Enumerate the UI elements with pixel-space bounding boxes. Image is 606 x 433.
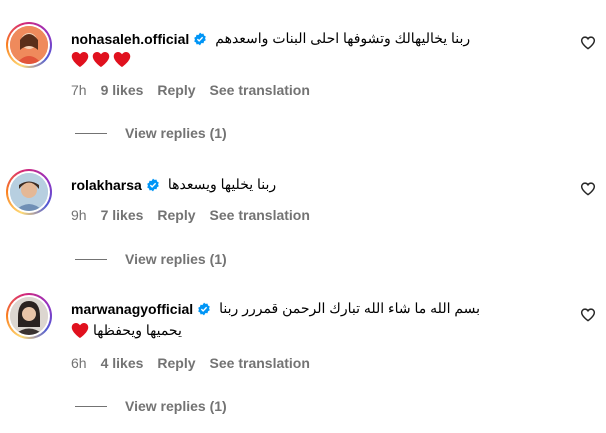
avatar[interactable] xyxy=(6,169,52,215)
view-replies-label: View replies (1) xyxy=(125,398,227,414)
comment-text: ربنا يخليها ويسعدها xyxy=(167,176,277,192)
username[interactable]: nohasaleh.official xyxy=(71,31,189,47)
see-translation-button[interactable]: See translation xyxy=(210,82,310,98)
comment-meta: 7h 9 likes Reply See translation xyxy=(71,82,324,98)
comment-header: rolakharsa ربنا يخليها ويسعدها xyxy=(71,176,276,193)
likes-count[interactable]: 9 likes xyxy=(101,82,144,98)
avatar-photo xyxy=(10,297,48,335)
comment-hearts xyxy=(71,51,131,68)
avatar-photo xyxy=(10,173,48,211)
timestamp[interactable]: 6h xyxy=(71,355,87,371)
avatar[interactable] xyxy=(6,293,52,339)
reply-button[interactable]: Reply xyxy=(157,355,195,371)
red-heart-emoji-icon xyxy=(92,52,110,67)
like-heart-icon[interactable] xyxy=(580,181,596,197)
view-replies-label: View replies (1) xyxy=(125,125,227,141)
like-heart-icon[interactable] xyxy=(580,35,596,51)
comment-header: nohasaleh.official ربنا يخاليهالك وتشوفه… xyxy=(71,30,470,47)
comment-meta: 9h 7 likes Reply See translation xyxy=(71,207,324,223)
comment-text: بسم الله ما شاء الله تبارك الرحمن قمررر … xyxy=(219,300,481,316)
replies-divider xyxy=(75,132,107,134)
avatar[interactable] xyxy=(6,22,52,68)
verified-badge-icon xyxy=(194,32,207,45)
timestamp[interactable]: 9h xyxy=(71,207,87,223)
username[interactable]: marwanagyofficial xyxy=(71,301,193,317)
timestamp[interactable]: 7h xyxy=(71,82,87,98)
view-replies-button[interactable]: View replies (1) xyxy=(75,251,227,267)
view-replies-label: View replies (1) xyxy=(125,251,227,267)
likes-count[interactable]: 7 likes xyxy=(101,207,144,223)
see-translation-button[interactable]: See translation xyxy=(210,207,310,223)
comment-text-line2: يحميها ويحفظها xyxy=(71,322,182,339)
replies-divider xyxy=(75,258,107,260)
username[interactable]: rolakharsa xyxy=(71,177,142,193)
verified-badge-icon xyxy=(147,178,159,191)
comment-header: marwanagyofficial بسم الله ما شاء الله ت… xyxy=(71,300,480,317)
avatar-photo xyxy=(10,26,48,64)
replies-divider xyxy=(75,405,107,407)
view-replies-button[interactable]: View replies (1) xyxy=(75,125,227,141)
like-heart-icon[interactable] xyxy=(580,307,596,323)
red-heart-emoji-icon xyxy=(71,52,89,67)
likes-count[interactable]: 4 likes xyxy=(101,355,144,371)
see-translation-button[interactable]: See translation xyxy=(210,355,310,371)
reply-button[interactable]: Reply xyxy=(157,207,195,223)
red-heart-emoji-icon xyxy=(71,323,89,338)
comment-text: ربنا يخاليهالك وتشوفها احلى البنات واسعد… xyxy=(215,30,471,46)
view-replies-button[interactable]: View replies (1) xyxy=(75,398,227,414)
red-heart-emoji-icon xyxy=(113,52,131,67)
reply-button[interactable]: Reply xyxy=(157,82,195,98)
comment-text-continued: يحميها ويحفظها xyxy=(93,322,182,338)
verified-badge-icon xyxy=(198,302,210,315)
comment-meta: 6h 4 likes Reply See translation xyxy=(71,355,324,371)
